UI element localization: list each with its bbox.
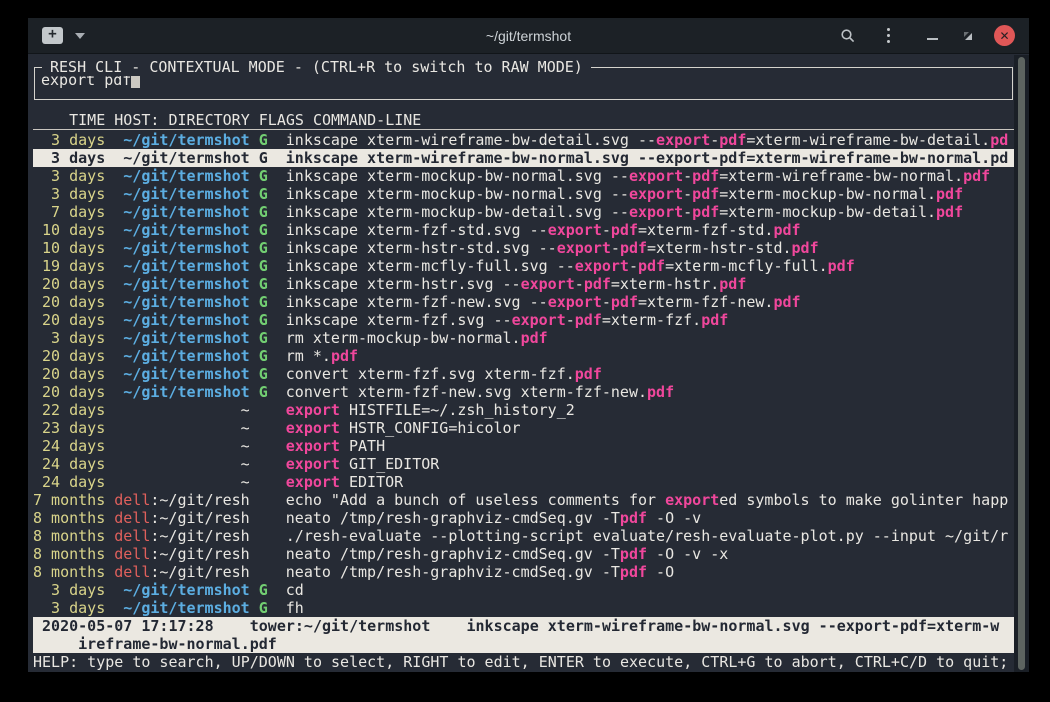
history-row[interactable]: 20 days~/git/termshotGinkscape xterm-fzf…	[33, 293, 1014, 311]
status-line-1: 2020-05-07 17:17:28 tower:~/git/termshot…	[33, 617, 1014, 635]
scrollbar[interactable]	[1014, 55, 1029, 672]
history-row[interactable]: 10 days~/git/termshotGinkscape xterm-hst…	[33, 239, 1014, 257]
history-row[interactable]: 23 days~export HSTR_CONFIG=hicolor	[33, 419, 1014, 437]
history-row[interactable]: 8 monthsdell:~/git/resh./resh-evaluate -…	[33, 527, 1014, 545]
terminal-window: ~/git/termshot	[28, 18, 1029, 672]
history-row[interactable]: 7 monthsdell:~/git/reshecho "Add a bunch…	[33, 491, 1014, 509]
status-bar: 2020-05-07 17:17:28 tower:~/git/termshot…	[33, 617, 1014, 653]
history-row[interactable]: 7 days~/git/termshotGinkscape xterm-mock…	[33, 203, 1014, 221]
history-row[interactable]: 24 days~export PATH	[33, 437, 1014, 455]
new-tab-icon[interactable]	[42, 27, 63, 44]
history-row[interactable]: 10 days~/git/termshotGinkscape xterm-fzf…	[33, 221, 1014, 239]
close-icon[interactable]: ✕	[994, 25, 1015, 46]
chevron-down-icon[interactable]	[75, 33, 85, 39]
history-row[interactable]: 3 days~/git/termshotGinkscape xterm-wire…	[33, 149, 1014, 167]
search-icon[interactable]	[838, 26, 858, 46]
history-row[interactable]: 20 days~/git/termshotGinkscape xterm-fzf…	[33, 311, 1014, 329]
minimize-icon[interactable]	[922, 26, 942, 46]
history-row[interactable]: 8 monthsdell:~/git/reshneato /tmp/resh-g…	[33, 563, 1014, 581]
history-row[interactable]: 8 monthsdell:~/git/reshneato /tmp/resh-g…	[33, 545, 1014, 563]
history-row[interactable]: 8 monthsdell:~/git/reshneato /tmp/resh-g…	[33, 509, 1014, 527]
history-row[interactable]: 3 days~/git/termshotGfh	[33, 599, 1014, 617]
history-row[interactable]: 3 days~/git/termshotGrm xterm-mockup-bw-…	[33, 329, 1014, 347]
history-row[interactable]: 20 days~/git/termshotGinkscape xterm-hst…	[33, 275, 1014, 293]
history-row[interactable]: 24 days~export GIT_EDITOR	[33, 455, 1014, 473]
restore-icon[interactable]	[958, 26, 978, 46]
history-row[interactable]: 22 days~export HISTFILE=~/.zsh_history_2	[33, 401, 1014, 419]
history-list: 3 days~/git/termshotGinkscape xterm-wire…	[33, 131, 1014, 617]
search-box-legend: RESH CLI - CONTEXTUAL MODE - (CTRL+R to …	[42, 58, 591, 76]
history-row[interactable]: 20 days~/git/termshotGconvert xterm-fzf.…	[33, 365, 1014, 383]
titlebar: ~/git/termshot	[28, 18, 1029, 54]
search-box: RESH CLI - CONTEXTUAL MODE - (CTRL+R to …	[34, 67, 1013, 100]
history-row[interactable]: 20 days~/git/termshotGconvert xterm-fzf-…	[33, 383, 1014, 401]
history-row[interactable]: 3 days~/git/termshotGinkscape xterm-mock…	[33, 167, 1014, 185]
history-row[interactable]: 3 days~/git/termshotGinkscape xterm-wire…	[33, 131, 1014, 149]
kebab-menu-icon[interactable]	[878, 26, 898, 46]
history-row[interactable]: 19 days~/git/termshotGinkscape xterm-mcf…	[33, 257, 1014, 275]
help-bar: HELP: type to search, UP/DOWN to select,…	[33, 653, 1014, 671]
scrollbar-thumb[interactable]	[1018, 57, 1025, 670]
table-header: TIME HOST: DIRECTORY FLAGS COMMAND-LINE	[33, 111, 1014, 130]
status-line-2: ireframe-bw-normal.pdf	[33, 635, 1014, 653]
history-row[interactable]: 3 days~/git/termshotGcd	[33, 581, 1014, 599]
history-row[interactable]: 3 days~/git/termshotGinkscape xterm-mock…	[33, 185, 1014, 203]
history-row[interactable]: 24 days~export EDITOR	[33, 473, 1014, 491]
terminal-content: RESH CLI - CONTEXTUAL MODE - (CTRL+R to …	[28, 54, 1029, 672]
history-row[interactable]: 20 days~/git/termshotGrm *.pdf	[33, 347, 1014, 365]
